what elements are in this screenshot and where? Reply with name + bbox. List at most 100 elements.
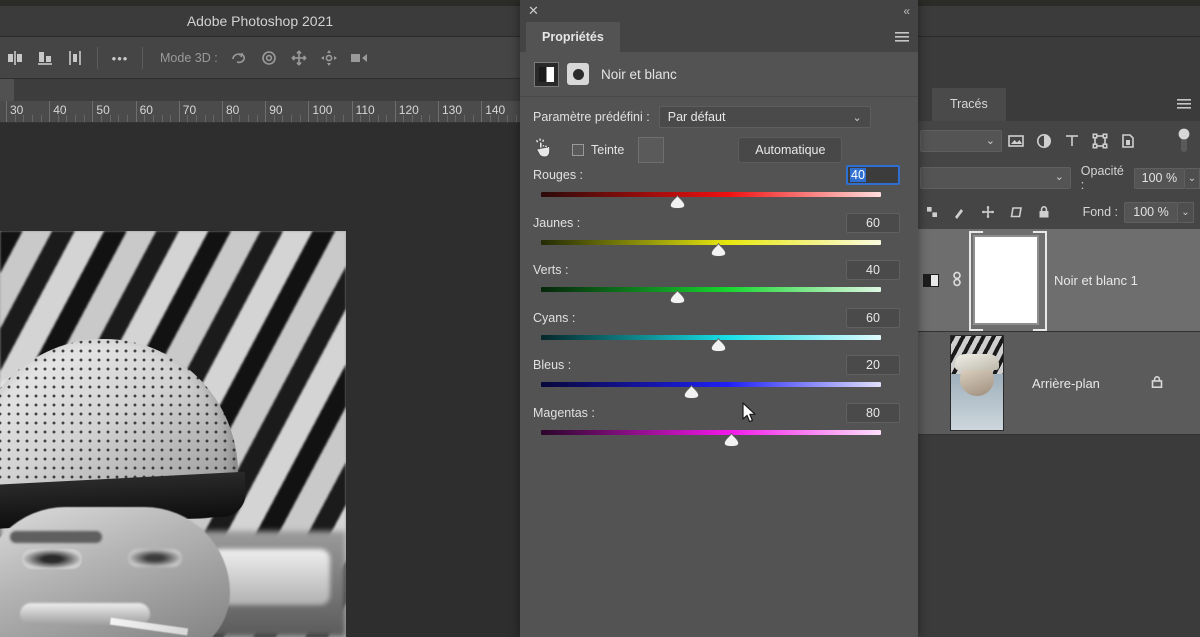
ruler-minor-tick [213, 115, 215, 122]
slider-track[interactable] [541, 430, 881, 435]
roll-3d-object-icon[interactable] [254, 37, 284, 79]
filter-smart-object-icon[interactable] [1114, 121, 1142, 161]
slider-track[interactable] [541, 287, 881, 293]
layer-name[interactable]: Noir et blanc 1 [1054, 273, 1138, 288]
scale-3d-object-icon[interactable] [344, 37, 374, 79]
auto-button[interactable]: Automatique [738, 137, 843, 163]
link-icon[interactable] [944, 270, 970, 291]
ruler-minor-tick [187, 115, 189, 122]
fill-value[interactable]: 100 % [1124, 201, 1178, 223]
black-and-white-adjustment-icon[interactable] [534, 61, 559, 87]
blend-mode-select[interactable]: ⌄ [920, 167, 1071, 189]
double-chevron-left-icon[interactable]: « [903, 3, 910, 19]
ruler-minor-tick [515, 115, 517, 122]
lock-transparent-pixels-icon[interactable] [918, 195, 946, 229]
rotate-3d-object-icon[interactable] [224, 37, 254, 79]
slider-value-input[interactable]: 40 [846, 165, 900, 185]
ruler-major-tick [351, 101, 353, 122]
lock-position-icon[interactable] [974, 195, 1002, 229]
options-bar-left-group: ••• Mode 3D : [0, 37, 374, 79]
slider-6[interactable]: Magentas : 80 [520, 403, 918, 452]
layer-visibility-icon[interactable] [918, 273, 944, 287]
ruler-minor-tick [498, 115, 500, 122]
more-options-icon[interactable]: ••• [105, 37, 135, 79]
filter-shape-icon[interactable] [1086, 121, 1114, 161]
ruler-minor-tick [170, 115, 172, 122]
lock-image-pixels-icon[interactable] [946, 195, 974, 229]
ruler-major-tick [6, 101, 7, 122]
layer-thumbnail[interactable] [944, 335, 1010, 431]
align-bottom-edges-icon[interactable] [30, 37, 60, 79]
preset-select[interactable]: Par défaut ⌄ [658, 106, 871, 128]
image-left-eye [22, 549, 82, 569]
slider-5[interactable]: Bleus : 20 [520, 355, 918, 404]
on-image-adjustment-hand-icon[interactable] [533, 137, 553, 164]
ruler-label: 120 [398, 103, 419, 117]
document-canvas[interactable] [0, 123, 520, 637]
checkbox-unchecked-icon[interactable] [572, 144, 584, 156]
ruler-minor-tick [144, 115, 146, 122]
slider-thumb[interactable] [723, 433, 740, 447]
layer-filter-kind-select[interactable]: ⌄ [920, 130, 1002, 152]
ruler-minor-tick [273, 115, 275, 122]
slider-3[interactable]: Verts : 40 [520, 260, 918, 309]
slider-label: Magentas : [533, 406, 595, 420]
ruler-minor-tick [455, 115, 457, 122]
slider-label: Rouges : [533, 168, 584, 182]
slider-value-input[interactable]: 40 [846, 260, 900, 281]
hamburger-menu-icon[interactable] [1176, 97, 1192, 116]
slider-2[interactable]: Jaunes : 60 [520, 212, 918, 262]
slider-value-input[interactable]: 60 [846, 307, 900, 328]
ruler-corner[interactable] [0, 79, 14, 101]
slider-value-input[interactable]: 60 [846, 212, 900, 233]
slider-4[interactable]: Cyans : 60 [520, 307, 918, 357]
preset-value: Par défaut [667, 110, 726, 124]
slider-label: Bleus : [533, 358, 572, 373]
layer-mask-thumbnail[interactable] [970, 234, 1042, 326]
slider-thumb[interactable] [669, 195, 686, 209]
opacity-value[interactable]: 100 % [1133, 167, 1185, 189]
ruler-label: 50 [96, 103, 110, 117]
ruler-minor-tick [83, 115, 85, 122]
tab-proprietes[interactable]: Propriétés [526, 22, 620, 52]
horizontal-ruler[interactable]: 30 40 50 60 70 80 90 100 110 120 130 140 [0, 101, 520, 123]
slider-thumb[interactable] [683, 385, 700, 400]
adjustment-header: Noir et blanc [520, 52, 918, 97]
slider-value-input[interactable]: 80 [846, 403, 900, 423]
right-dock: Tracés ⌄ ⌄ Opacité: 100 % ⌄ Fond: 100 … [918, 37, 1200, 637]
lock-icon[interactable] [1150, 374, 1164, 393]
slider-value-input[interactable]: 20 [846, 355, 900, 376]
filter-image-icon[interactable] [1002, 121, 1030, 161]
align-horizontal-centers-icon[interactable] [0, 37, 30, 79]
layer-name[interactable]: Arrière-plan [1032, 376, 1100, 391]
close-icon[interactable]: ✕ [528, 3, 539, 19]
opacity-chevron-down-icon[interactable]: ⌄ [1184, 167, 1200, 189]
slider-track[interactable] [541, 382, 881, 388]
ruler-minor-tick [368, 115, 370, 122]
layer-mask-icon[interactable] [567, 63, 589, 85]
fill-chevron-down-icon[interactable]: ⌄ [1178, 201, 1194, 223]
ruler-label: 110 [355, 103, 375, 117]
tab-traces[interactable]: Tracés [932, 88, 1006, 121]
slider-1[interactable]: Rouges : 40 [520, 165, 918, 214]
slider-thumb[interactable] [710, 337, 727, 352]
slide-3d-object-icon[interactable] [314, 37, 344, 79]
ruler-label: 80 [226, 103, 240, 117]
lock-artboard-nesting-icon[interactable] [1002, 195, 1030, 229]
ruler-label: 140 [485, 103, 506, 117]
align-vertical-centers-icon[interactable] [60, 37, 90, 79]
properties-panel-titlebar[interactable]: ✕ « [520, 0, 918, 22]
tint-label: Teinte [591, 143, 625, 157]
table-row[interactable]: Arrière-plan [918, 332, 1200, 435]
slider-thumb[interactable] [710, 242, 727, 257]
tint-color-swatch[interactable] [638, 137, 665, 163]
filter-toggle-switch-icon[interactable] [1170, 121, 1198, 161]
filter-adjustment-icon[interactable] [1030, 121, 1058, 161]
slider-track[interactable] [541, 192, 881, 197]
drag-3d-object-icon[interactable] [284, 37, 314, 79]
slider-thumb[interactable] [669, 290, 686, 304]
table-row[interactable]: Noir et blanc 1 [918, 229, 1200, 332]
filter-type-icon[interactable] [1058, 121, 1086, 161]
hamburger-menu-icon[interactable] [894, 30, 910, 49]
lock-all-icon[interactable] [1030, 195, 1058, 229]
